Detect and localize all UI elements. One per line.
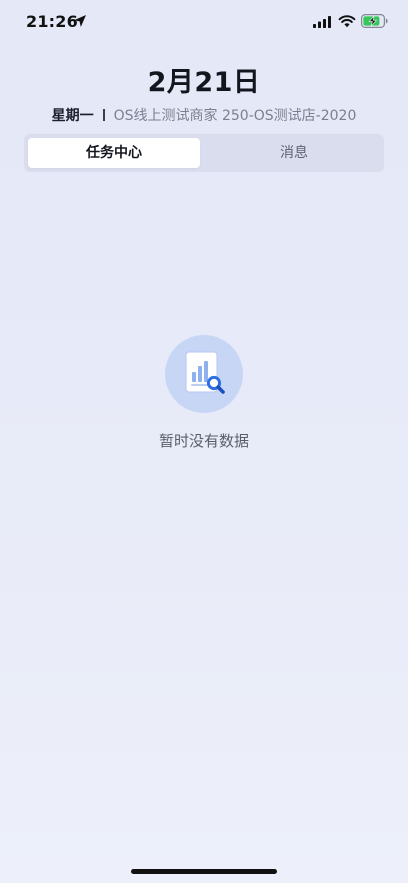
wifi-icon [338,15,356,28]
empty-state-message: 暂时没有数据 [158,432,249,450]
home-indicator[interactable] [131,869,277,874]
tab-messages[interactable]: 消息 [208,138,380,168]
cellular-signal-icon [313,16,331,28]
battery-charging-icon [361,14,388,28]
store-name-label: OS线上测试商家 250-OS测试店-2020 [113,108,357,124]
status-bar: 21:26 [0,0,408,44]
document-chart-search-icon [165,335,243,413]
segmented-tab-bar: 任务中心 消息 [24,134,384,172]
tab-task-center[interactable]: 任务中心 [28,138,200,168]
weekday-label: 星期一 [51,108,94,124]
status-time: 21:26 [26,12,78,31]
store-info-row: 星期一 OS线上测试商家 250-OS测试店-2020 [0,105,408,125]
location-arrow-icon [74,15,86,27]
page-title-date: 2月21日 [147,67,261,98]
separator-divider [102,109,105,121]
